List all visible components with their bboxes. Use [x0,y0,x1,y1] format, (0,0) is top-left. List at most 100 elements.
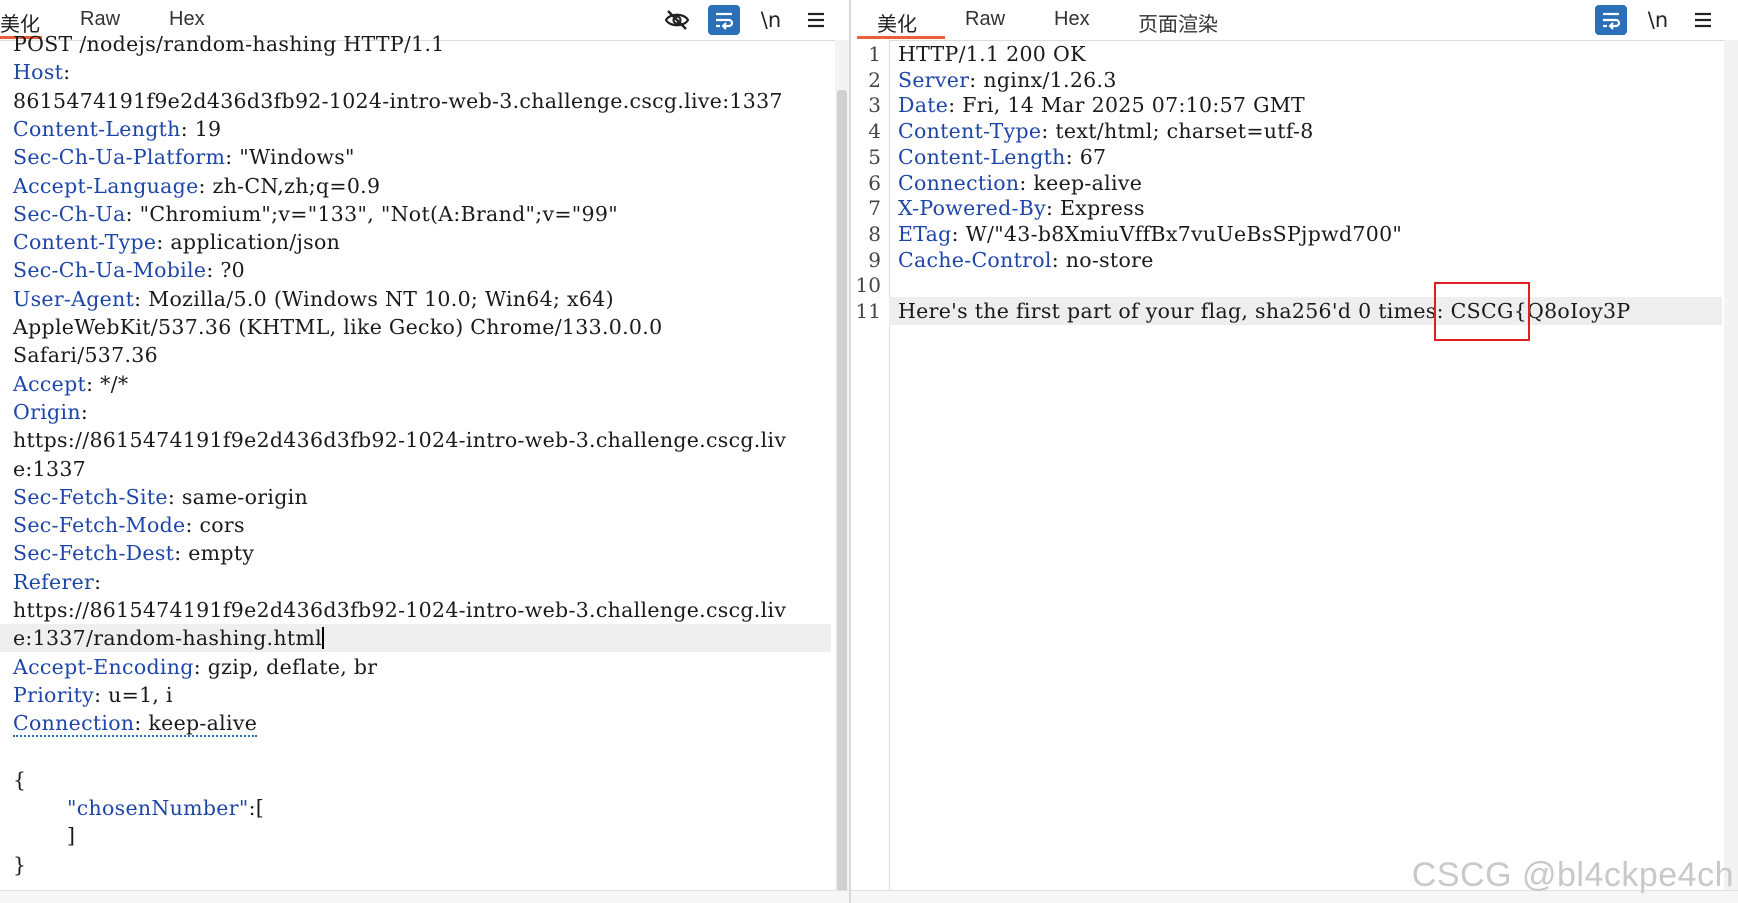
request-line: } [13,851,26,879]
line-number: 7 [868,196,881,221]
line-text: https://8615474191f9e2d436d3fb92-1024-in… [13,428,787,453]
header-value: : u=1, i [94,682,173,707]
tab-render[interactable]: 页面渲染 [1138,8,1218,37]
line-text: POST /nodejs/random-hashing HTTP/1.1 [13,32,445,56]
header-name: ETag [898,221,952,246]
hide-eye-icon[interactable] [661,5,693,35]
request-editor[interactable]: POST /nodejs/random-hashing HTTP/1.1 Host… [0,32,849,891]
line-number: 1 [868,42,881,66]
response-line: Server: nginx/1.26.3 [898,66,1117,94]
header-value: : application/json [156,230,341,255]
request-line: Sec-Fetch-Dest: empty [13,539,254,567]
header-name: Content-Length [898,144,1066,169]
word-wrap-icon[interactable] [1595,5,1627,35]
request-line: https://8615474191f9e2d436d3fb92-1024-in… [13,596,786,624]
response-pane: 美化 Raw Hex 页面渲染 \n 1 2 3 4 5 6 7 8 9 10 11 HTTP/1.… [851,0,1738,903]
header-name: X-Powered-By [898,196,1047,221]
line-number: 6 [868,170,881,195]
header-name: Connection [13,711,135,736]
header-value: : same-origin [167,484,308,509]
header-name: Server [898,67,970,92]
response-vertical-scrollbar[interactable] [1724,40,1738,891]
tab-hex[interactable]: Hex [1054,8,1090,31]
tab-pretty[interactable]: 美化 [877,8,917,37]
tab-raw[interactable]: Raw [80,8,120,31]
header-value: : "Windows" [225,145,355,170]
request-line: Sec-Ch-Ua-Mobile: ?0 [13,256,245,284]
request-line: Content-Type: application/json [13,228,340,256]
header-name: Sec-Fetch-Dest [13,541,175,566]
line-number: 10 [855,273,881,298]
header-name: Content-Length [13,116,181,141]
menu-icon[interactable] [1687,5,1719,35]
response-editor[interactable]: 1 2 3 4 5 6 7 8 9 10 11 HTTP/1.1 200 OK Server: ngi… [851,40,1738,891]
highlight-annotation-box [1434,282,1530,341]
header-value: : Express [1046,196,1145,221]
line-number: 5 [868,144,881,169]
response-line: HTTP/1.1 200 OK [898,40,1086,68]
header-name: Sec-Ch-Ua-Platform [13,145,226,170]
json-key: "chosenNumber" [67,796,249,821]
header-value: : [63,60,71,85]
header-value: : */* [86,371,129,396]
request-line: e:1337 [13,455,86,483]
newline-toggle-icon[interactable]: \n [1642,5,1674,35]
watermark: CSCG @bl4ckpe4ch [1411,856,1734,894]
header-name: User-Agent [13,286,135,311]
request-line: ] [67,822,75,850]
header-value: : ?0 [206,258,245,283]
request-line: Safari/537.36 [13,341,158,369]
header-value: : "Chromium";v="133", "Not(A:Brand";v="9… [125,201,618,226]
header-value: : Mozilla/5.0 (Windows NT 10.0; Win64; x… [134,286,614,311]
tab-hex[interactable]: Hex [169,8,205,31]
response-line: ETag: W/"43-b8XmiuVffBx7vuUeBsSPjpwd700" [898,220,1402,248]
request-line: Sec-Ch-Ua: "Chromium";v="133", "Not(A:Br… [13,200,618,228]
request-line: Referer: [13,568,101,596]
header-value: : zh-CN,zh;q=0.9 [198,173,381,198]
header-value: : empty [174,541,255,566]
request-line: Priority: u=1, i [13,681,173,709]
header-name: Sec-Fetch-Mode [13,513,186,538]
request-line: Sec-Fetch-Mode: cors [13,511,245,539]
menu-icon[interactable] [800,5,832,35]
line-number: 8 [868,221,881,246]
request-line: Accept-Encoding: gzip, deflate, br [13,653,377,681]
header-value: : [80,399,89,424]
line-text: e:1337/random-hashing.html [13,626,322,651]
text-cursor [321,627,324,650]
line-text: Safari/537.36 [13,343,158,368]
request-line: Origin: [13,398,88,426]
line-text: :[ [248,796,265,821]
header-name: Accept [13,371,87,396]
response-line: Cache-Control: no-store [898,246,1154,274]
line-number: 4 [868,119,881,144]
spellcheck-underline: Connection: keep-alive [13,711,258,738]
tab-raw[interactable]: Raw [965,8,1005,31]
response-line: Content-Length: 67 [898,143,1106,171]
header-name: Connection [898,170,1020,195]
request-line: https://8615474191f9e2d436d3fb92-1024-in… [13,426,786,454]
response-line: Date: Fri, 14 Mar 2025 07:10:57 GMT [898,91,1305,119]
header-value: : no-store [1051,247,1154,272]
request-line: 8615474191f9e2d436d3fb92-1024-intro-web-… [13,87,783,115]
scrollbar-thumb[interactable] [837,90,847,903]
line-number: 11 [855,299,881,323]
newline-toggle-icon[interactable]: \n [755,5,787,35]
header-value: : 67 [1065,144,1107,169]
request-horizontal-scrollbar[interactable] [0,890,849,903]
request-line: e:1337/random-hashing.html [13,624,324,652]
request-line: Accept: */* [13,370,128,398]
header-name: Sec-Ch-Ua [13,201,126,226]
response-line: Connection: keep-alive [898,169,1142,197]
request-line: Connection: keep-alive [13,709,258,738]
request-line: Content-Length: 19 [13,115,221,143]
request-line: "chosenNumber":[ [67,794,264,822]
header-value: : text/html; charset=utf-8 [1041,119,1314,144]
request-line: Sec-Fetch-Site: same-origin [13,483,308,511]
word-wrap-icon[interactable] [708,5,740,35]
request-vertical-scrollbar[interactable] [835,40,849,903]
line-text: https://8615474191f9e2d436d3fb92-1024-in… [13,598,787,622]
header-name: Host [13,60,64,85]
header-value: : Fri, 14 Mar 2025 07:10:57 GMT [948,93,1306,118]
header-name: Sec-Ch-Ua-Mobile [13,258,207,283]
